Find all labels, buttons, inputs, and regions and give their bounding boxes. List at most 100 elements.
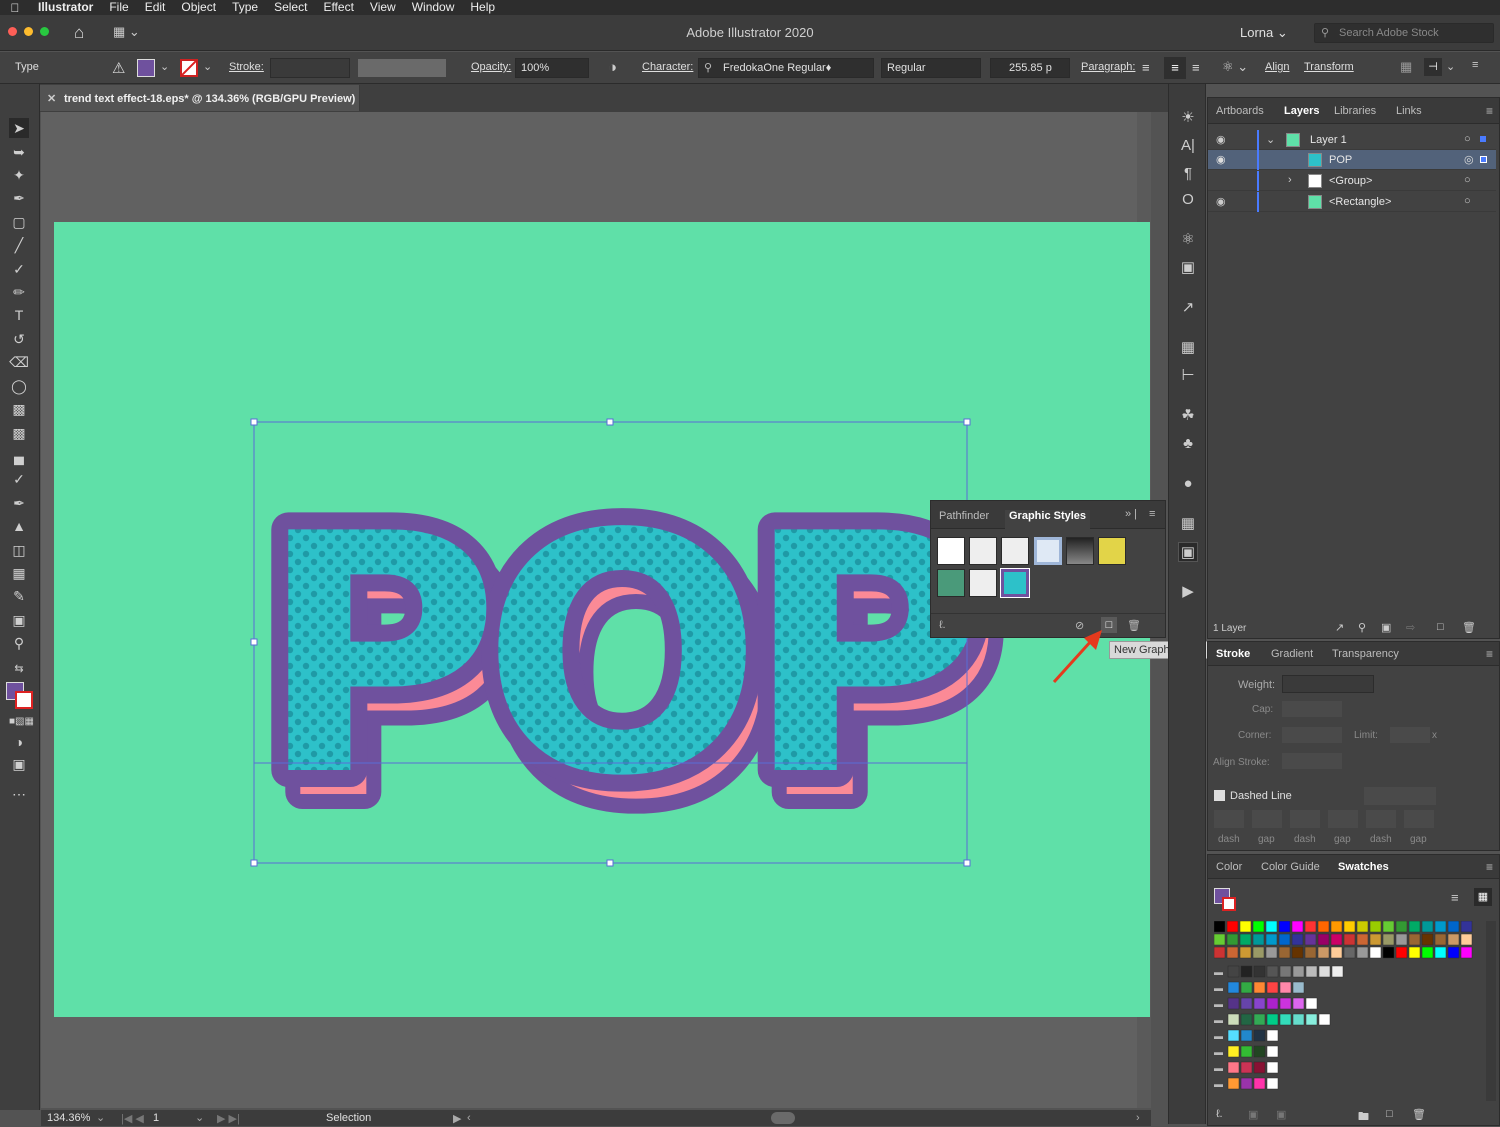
tab-graphic-styles[interactable]: Graphic Styles: [1005, 510, 1091, 529]
zoom-dropdown-chevron-icon[interactable]: ⌄: [96, 1111, 105, 1124]
swatch-options-icon[interactable]: ▣: [1276, 1108, 1286, 1121]
layer-name[interactable]: POP: [1329, 154, 1352, 166]
control-bar-menu-icon[interactable]: ≡: [1472, 59, 1478, 71]
slice-tool-icon[interactable]: ✎: [9, 586, 29, 606]
graphic-style-default[interactable]: [937, 537, 965, 565]
pop-text-artwork[interactable]: POP POP POP POP: [241, 447, 1025, 887]
layer-row-layer-1[interactable]: ◉ ⌄ Layer 1 ○: [1208, 130, 1496, 150]
paragraph-label[interactable]: Paragraph:: [1081, 61, 1135, 73]
layer-row-pop[interactable]: ◉ POP ◎: [1208, 150, 1496, 170]
pathfinder-panel-icon[interactable]: ▦: [1178, 514, 1198, 534]
stroke-weight-field[interactable]: [270, 58, 350, 78]
new-sublayer-icon[interactable]: ⇨: [1406, 621, 1415, 634]
export-panel-icon[interactable]: ↗: [1178, 298, 1198, 318]
document-tab[interactable]: ✕ trend text effect-18.eps* @ 134.36% (R…: [40, 85, 360, 111]
menu-file[interactable]: File: [101, 0, 136, 15]
align-center-icon[interactable]: ≡: [1164, 57, 1186, 79]
symbol-sprayer-tool-icon[interactable]: ▩: [9, 423, 29, 443]
target-circle-icon[interactable]: ◎: [1464, 153, 1474, 166]
pattern-chevron-icon[interactable]: ⌄: [1446, 60, 1455, 73]
more-tools-icon[interactable]: ⋯: [9, 784, 29, 804]
character-panel-icon[interactable]: A|: [1178, 136, 1198, 156]
brightness-panel-icon[interactable]: ☀: [1178, 108, 1198, 128]
layer-name[interactable]: <Rectangle>: [1329, 196, 1391, 208]
first-artboard-icon[interactable]: |◀ ◀: [121, 1112, 144, 1125]
actions-panel-icon[interactable]: ▶: [1178, 582, 1198, 602]
pattern-edit-icon[interactable]: ⊣: [1424, 58, 1442, 76]
menu-object[interactable]: Object: [173, 0, 224, 15]
menu-view[interactable]: View: [362, 0, 404, 15]
swatches-grid[interactable]: ▬ ▬ ▬ ▬ ▬ ▬ ▬ ▬: [1214, 921, 1476, 1101]
graphic-style-pop[interactable]: [1000, 568, 1030, 598]
screen-mode-icon[interactable]: ▣: [9, 754, 29, 774]
align-stroke-buttons[interactable]: [1282, 753, 1342, 769]
blend-tool-icon[interactable]: ✒: [9, 493, 29, 513]
menu-effect[interactable]: Effect: [315, 0, 361, 15]
magic-wand-tool-icon[interactable]: ✦: [9, 165, 29, 185]
status-menu-arrow-icon[interactable]: ▶: [453, 1112, 461, 1125]
zoom-level[interactable]: 134.36%: [47, 1112, 90, 1124]
layer-row-rectangle[interactable]: ◉ <Rectangle> ○: [1208, 192, 1496, 212]
tab-pathfinder[interactable]: Pathfinder: [939, 510, 989, 522]
graphic-styles-libraries-icon[interactable]: ℓ.: [939, 619, 946, 631]
menu-app-name[interactable]: Illustrator: [30, 0, 101, 15]
menu-edit[interactable]: Edit: [137, 0, 174, 15]
opacity-field[interactable]: 100%: [515, 58, 589, 78]
appearance-panel-icon[interactable]: ●: [1178, 474, 1198, 494]
opacity-label[interactable]: Opacity:: [471, 61, 511, 73]
corner-buttons[interactable]: [1282, 727, 1342, 743]
stroke-color-box[interactable]: [15, 691, 33, 709]
stroke-none-swatch[interactable]: [180, 59, 198, 77]
user-menu[interactable]: Lorna ⌄: [1240, 25, 1288, 41]
align-right-icon[interactable]: ≡: [1192, 60, 1200, 75]
panel-collapse-icon[interactable]: » |: [1125, 508, 1137, 520]
dash-input-3[interactable]: [1366, 810, 1396, 828]
dashed-line-checkbox[interactable]: [1214, 790, 1225, 801]
cap-buttons[interactable]: [1282, 701, 1342, 717]
target-circle-icon[interactable]: ○: [1464, 174, 1471, 186]
transform-panel-icon[interactable]: ▦: [1178, 338, 1198, 358]
target-circle-icon[interactable]: ○: [1464, 195, 1471, 207]
tab-layers[interactable]: Layers: [1284, 105, 1319, 117]
tab-transparency[interactable]: Transparency: [1332, 648, 1399, 660]
variable-width-profile-dropdown[interactable]: [358, 59, 446, 77]
font-style-field[interactable]: Regular: [881, 58, 981, 78]
line-tool-icon[interactable]: ╱: [9, 235, 29, 255]
font-size-field[interactable]: 255.85 p: [990, 58, 1070, 78]
gap-input-1[interactable]: [1252, 810, 1282, 828]
eraser-tool-icon[interactable]: ⌫: [9, 352, 29, 372]
align-left-icon[interactable]: ≡: [1142, 60, 1150, 75]
tab-color[interactable]: Color: [1216, 861, 1242, 873]
fill-dropdown-chevron-icon[interactable]: ⌄: [160, 60, 169, 73]
graphic-style-2[interactable]: [969, 537, 997, 565]
selection-tool-icon[interactable]: ➤: [9, 118, 29, 138]
swatch-stroke-indicator[interactable]: [1222, 897, 1236, 911]
close-tab-icon[interactable]: ✕: [47, 92, 56, 105]
delete-swatch-icon[interactable]: 🗑: [1412, 1108, 1426, 1121]
artboard-dropdown-chevron-icon[interactable]: ⌄: [195, 1111, 204, 1124]
transform-link[interactable]: Transform: [1304, 61, 1354, 73]
dash-alignment-buttons[interactable]: [1364, 787, 1436, 805]
shape-builder-tool-icon[interactable]: ◯: [9, 376, 29, 396]
selection-indicator[interactable]: [1480, 156, 1487, 163]
clipping-mask-icon[interactable]: ▣: [1381, 621, 1391, 634]
type-tool-icon[interactable]: T: [9, 305, 29, 325]
gap-input-3[interactable]: [1404, 810, 1434, 828]
expand-chevron-icon[interactable]: ⌄: [1266, 133, 1275, 146]
swatches-menu-icon[interactable]: ≡: [1486, 860, 1493, 874]
graphic-styles-panel-icon[interactable]: ▣: [1178, 542, 1198, 562]
list-view-icon[interactable]: ≡: [1451, 890, 1459, 905]
dash-input-1[interactable]: [1214, 810, 1244, 828]
tab-color-guide[interactable]: Color Guide: [1261, 861, 1320, 873]
scroll-left-icon[interactable]: ‹: [467, 1112, 471, 1124]
align-link[interactable]: Align: [1265, 61, 1289, 73]
horizontal-scroll-thumb[interactable]: [771, 1112, 795, 1124]
delete-layer-icon[interactable]: 🗑: [1462, 621, 1476, 634]
show-swatch-kinds-icon[interactable]: ▣: [1248, 1108, 1258, 1121]
symbols-panel-icon[interactable]: ▣: [1178, 258, 1198, 278]
gap-input-2[interactable]: [1328, 810, 1358, 828]
menu-select[interactable]: Select: [266, 0, 315, 15]
tab-gradient[interactable]: Gradient: [1271, 648, 1313, 660]
eyedropper-tool-icon[interactable]: ✓: [9, 469, 29, 489]
graphic-styles-menu-icon[interactable]: ≡: [1149, 508, 1155, 520]
